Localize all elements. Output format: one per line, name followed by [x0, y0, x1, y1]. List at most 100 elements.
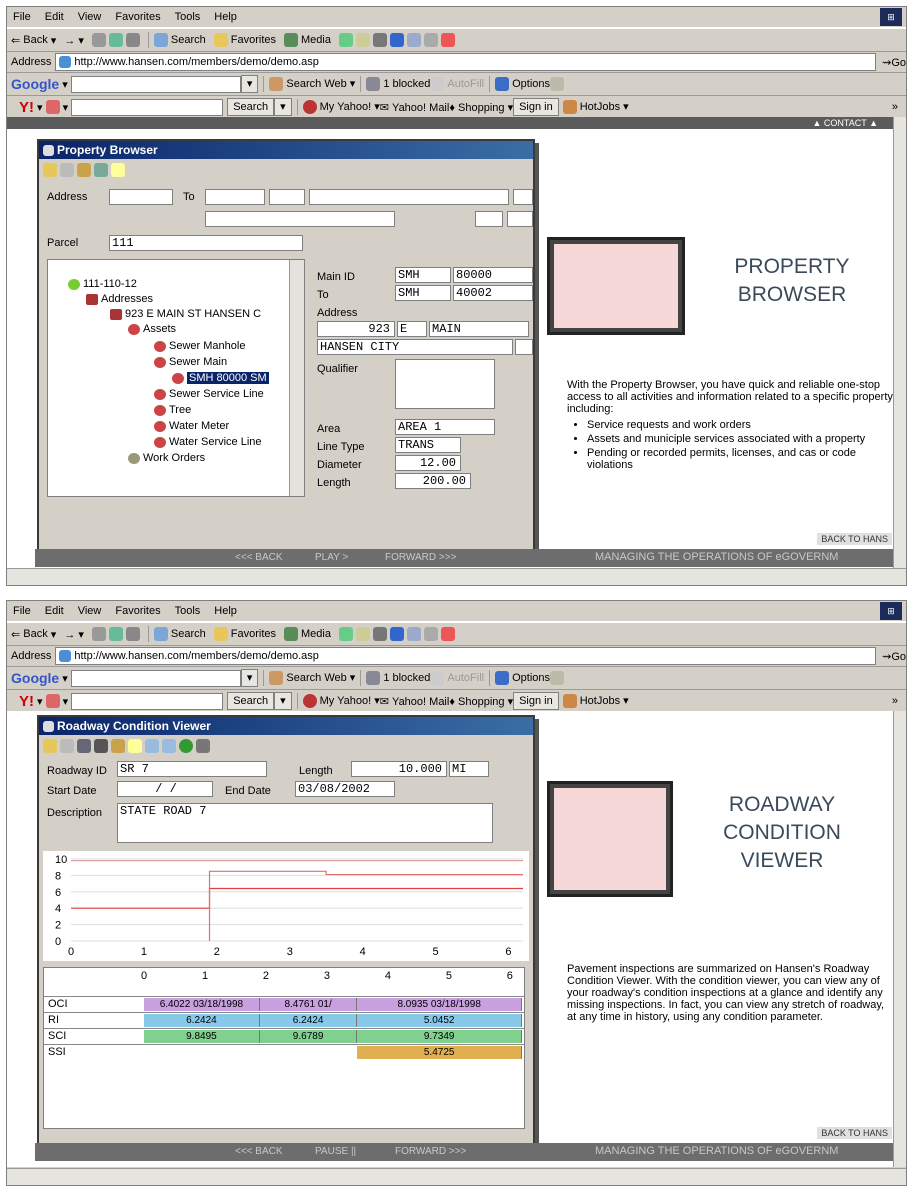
- yahoo-search-dropdown[interactable]: ▾: [274, 98, 292, 116]
- roadway-length-input[interactable]: 10.000: [351, 761, 447, 777]
- yahoo-logo-icon[interactable]: Y!: [19, 99, 34, 116]
- tree-node-sewer-manhole[interactable]: Sewer Manhole: [154, 340, 245, 352]
- menu-view[interactable]: View: [78, 605, 102, 617]
- go-button[interactable]: ⇝Go: [882, 56, 906, 69]
- grid-cell[interactable]: 9.6789: [259, 1030, 358, 1043]
- discuss-icon[interactable]: [406, 627, 421, 641]
- print-icon[interactable]: [372, 33, 387, 47]
- refresh-icon[interactable]: [108, 627, 123, 641]
- folder-icon[interactable]: [111, 739, 125, 753]
- autofill-button[interactable]: AutoFill: [430, 671, 484, 685]
- player-play-button[interactable]: PLAY >: [315, 552, 348, 563]
- asset-address-dir[interactable]: E: [397, 321, 427, 337]
- yahoo-search-button[interactable]: Search: [227, 692, 275, 710]
- address-zip-input[interactable]: [507, 211, 533, 227]
- tree-node-water-service-line[interactable]: Water Service Line: [154, 436, 262, 448]
- grid-cell[interactable]: 5.0452: [357, 1014, 522, 1027]
- main-id-number-input[interactable]: 80000: [453, 267, 533, 283]
- options-button[interactable]: Options: [495, 77, 550, 91]
- google-dropdown[interactable]: ▾: [240, 669, 259, 687]
- grid-cell[interactable]: 8.0935 03/18/1998: [357, 998, 522, 1011]
- toolbar-overflow-icon[interactable]: »: [892, 101, 898, 113]
- tree-node-smh-selected[interactable]: SMH 80000 SM: [172, 372, 269, 384]
- to-id-type-input[interactable]: SMH: [395, 285, 451, 301]
- messenger-icon[interactable]: [440, 627, 455, 641]
- area-input[interactable]: AREA 1: [395, 419, 495, 435]
- tree-node-address[interactable]: 923 E MAIN ST HANSEN C: [110, 308, 261, 320]
- messenger-icon[interactable]: [440, 33, 455, 47]
- menu-file[interactable]: File: [13, 11, 31, 23]
- yahoo-search-input[interactable]: [71, 98, 224, 116]
- mail-icon[interactable]: [355, 33, 370, 47]
- page-vertical-scrollbar[interactable]: [893, 711, 906, 1167]
- tree-node-work-orders[interactable]: Work Orders: [128, 452, 205, 464]
- address-suffix-input[interactable]: [513, 189, 533, 205]
- popup-blocked-button[interactable]: 1 blocked: [366, 77, 430, 91]
- asset-address-state[interactable]: [515, 339, 533, 355]
- new-icon[interactable]: [128, 739, 142, 753]
- media-button[interactable]: Media: [284, 627, 331, 641]
- yahoo-search-input[interactable]: [71, 692, 224, 710]
- go-button[interactable]: ⇝Go: [882, 650, 906, 663]
- edit-icon[interactable]: [389, 33, 404, 47]
- sign-in-button[interactable]: Sign in: [513, 692, 559, 710]
- diameter-input[interactable]: 12.00: [395, 455, 461, 471]
- tree-node-assets[interactable]: Assets: [128, 323, 176, 335]
- new-icon[interactable]: [111, 163, 125, 177]
- pen-icon[interactable]: [45, 100, 60, 114]
- grid-cell[interactable]: 9.8495: [144, 1030, 260, 1043]
- hotjobs-button[interactable]: HotJobs ▾: [562, 100, 629, 115]
- address-input[interactable]: http://www.hansen.com/members/demo/demo.…: [55, 647, 877, 665]
- address-street-input[interactable]: [309, 189, 509, 205]
- grid-cell[interactable]: 6.2424: [144, 1014, 260, 1027]
- back-to-hansen-link[interactable]: BACK TO HANS: [817, 533, 892, 545]
- grid-row[interactable]: RI 6.2424 6.2424 5.0452: [44, 1012, 524, 1028]
- grid-cell[interactable]: 8.4761 01/: [259, 998, 358, 1011]
- open-folder-icon[interactable]: [43, 163, 57, 177]
- shopping-button[interactable]: ♦ Shopping ▾: [449, 101, 513, 114]
- tree-node-sewer-service-line[interactable]: Sewer Service Line: [154, 388, 264, 400]
- google-search-input[interactable]: [70, 75, 241, 93]
- player-forward-button[interactable]: FORWARD >>>: [395, 1146, 466, 1157]
- zoom-in-icon[interactable]: [145, 739, 159, 753]
- hotjobs-button[interactable]: HotJobs ▾: [562, 694, 629, 709]
- document-icon[interactable]: [94, 163, 108, 177]
- back-button[interactable]: ⇐ Back ▾: [11, 34, 56, 47]
- start-date-input[interactable]: / /: [117, 781, 213, 797]
- print-icon[interactable]: [196, 739, 210, 753]
- description-input[interactable]: STATE ROAD 7: [117, 803, 493, 843]
- grid-cell[interactable]: 6.4022 03/18/1998: [144, 998, 260, 1011]
- copy-icon[interactable]: [60, 739, 74, 753]
- google-search-input[interactable]: [70, 669, 241, 687]
- tree-node-tree[interactable]: Tree: [154, 404, 191, 416]
- asset-address-number[interactable]: 923: [317, 321, 395, 337]
- back-button[interactable]: ⇐ Back ▾: [11, 628, 56, 641]
- yahoo-search-button[interactable]: Search: [227, 98, 275, 116]
- search-web-button[interactable]: Search Web ▾: [269, 77, 355, 92]
- zoom-out-icon[interactable]: [162, 739, 176, 753]
- main-id-type-input[interactable]: SMH: [395, 267, 451, 283]
- folder-icon[interactable]: [77, 163, 91, 177]
- qualifier-input[interactable]: [395, 359, 495, 409]
- grid-row[interactable]: SCI 9.8495 9.6789 9.7349: [44, 1028, 524, 1044]
- google-dropdown[interactable]: ▾: [240, 75, 259, 93]
- address-to-input[interactable]: [205, 189, 265, 205]
- yahoo-logo-icon[interactable]: Y!: [19, 693, 34, 710]
- popup-blocked-button[interactable]: 1 blocked: [366, 671, 430, 685]
- research-icon[interactable]: [423, 627, 438, 641]
- mail-icon[interactable]: [355, 627, 370, 641]
- forward-button[interactable]: → ▾: [64, 628, 84, 641]
- google-logo[interactable]: Google: [11, 76, 59, 92]
- favorites-button[interactable]: Favorites: [213, 33, 276, 47]
- page-vertical-scrollbar[interactable]: [893, 117, 906, 569]
- address-input[interactable]: http://www.hansen.com/members/demo/demo.…: [55, 53, 877, 71]
- address-dir-input[interactable]: [269, 189, 305, 205]
- menu-help[interactable]: Help: [214, 11, 237, 23]
- asset-address-city[interactable]: HANSEN CITY: [317, 339, 513, 355]
- menu-tools[interactable]: Tools: [175, 11, 201, 23]
- page-horizontal-scrollbar[interactable]: [7, 568, 906, 585]
- sign-in-button[interactable]: Sign in: [513, 98, 559, 116]
- research-icon[interactable]: [423, 33, 438, 47]
- pencil-icon[interactable]: [550, 77, 565, 91]
- search-button[interactable]: Search: [153, 627, 206, 641]
